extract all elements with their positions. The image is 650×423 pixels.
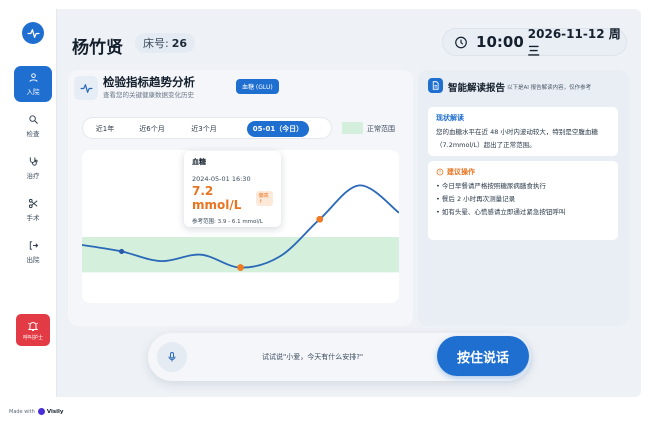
tooltip-time: 2024-05-01 16:30 [192, 175, 251, 183]
alarm-bell-icon [27, 321, 39, 331]
tooltip-reference: 参考范围: 3.9 - 6.1 mmol/L [192, 219, 263, 225]
sidebar-item-label: 治疗 [26, 172, 40, 180]
sidebar-item-label: 出院 [26, 256, 40, 264]
sidebar-item-surgery[interactable]: 手术 [14, 192, 52, 228]
clock-box: 10:00 2026-11-12 周三 [442, 27, 627, 58]
logout-icon [29, 241, 38, 250]
high-flag-badge: 偏高↑ [255, 190, 273, 206]
made-with-badge: Made with Visily [9, 408, 64, 415]
report-icon-box [428, 78, 443, 93]
report-title: 智能解读报告 [448, 83, 506, 94]
trend-subtitle: 查看您的关键健康数据变化历史 [103, 91, 194, 99]
data-point-1[interactable] [119, 248, 125, 255]
normal-range-swatch [342, 122, 363, 134]
advice-item: • 今日早餐请严格按照糖尿病膳食执行 [436, 182, 546, 190]
sidebar-item-exam[interactable]: 检查 [14, 108, 52, 144]
made-with-text: Made with [9, 408, 35, 415]
tab-3-months[interactable]: 近3个月 [181, 121, 227, 137]
sidebar-item-treatment[interactable]: 治疗 [14, 150, 52, 186]
bed-badge: 床号: 26 [135, 33, 196, 53]
current-date: 2026-11-12 周三 [527, 27, 621, 58]
clock-icon [455, 36, 467, 48]
heartbeat-icon [26, 28, 40, 38]
advice-heading-row: 建议操作 [436, 167, 610, 177]
brand-name: Visily [46, 408, 64, 415]
bed-label: 床号: [143, 37, 169, 50]
nurse-call-label: 呼叫护士 [22, 334, 43, 341]
current-time: 10:00 [476, 33, 524, 51]
visily-logo-icon [37, 408, 45, 415]
scissors-icon [28, 198, 37, 209]
sidebar-item-admission[interactable]: 入院 [14, 66, 52, 102]
summary-box: 现状解读 您的血糖水平在近 48 小时内波动较大，特别是空腹血糖（7.2mmol… [428, 107, 618, 156]
tab-1-year[interactable]: 近1年 [87, 121, 123, 137]
data-point-3[interactable] [316, 215, 324, 223]
heartbeat-icon [79, 83, 93, 93]
push-to-talk-button[interactable]: 按住说话 [437, 336, 529, 376]
advice-heading: 建议操作 [447, 168, 475, 176]
range-tabs: 近1年 近6个月 近3个月 05-01（今日） [82, 117, 332, 139]
advice-list: • 今日早餐请严格按照糖尿病膳食执行 • 餐后 2 小时再次测量记录 • 如有头… [436, 180, 610, 219]
sidebar-item-discharge[interactable]: 出院 [14, 234, 52, 270]
info-icon [436, 168, 444, 176]
tooltip-value: 7.2 mmol/L [192, 184, 242, 212]
data-tooltip: 血糖 2024-05-01 16:30 7.2 mmol/L 偏高↑ 参考范围:… [184, 151, 281, 227]
advice-item-text: 如有头晕、心慌感请立即通过紧急按钮呼叫 [441, 208, 566, 216]
advice-item: • 如有头晕、心慌感请立即通过紧急按钮呼叫 [436, 208, 566, 216]
sidebar-item-label: 检查 [26, 130, 40, 138]
search-icon [28, 115, 38, 124]
sidebar-item-label: 手术 [26, 214, 40, 222]
summary-heading: 现状解读 [436, 114, 464, 122]
microphone-icon [168, 352, 176, 362]
voice-hint: 试试说"小爱，今天有什么安排?" [262, 353, 364, 361]
bed-number: 26 [171, 36, 188, 50]
data-point-2[interactable] [237, 264, 244, 271]
trend-title: 检验指标趋势分析 [103, 75, 195, 89]
nurse-call-button[interactable]: 呼叫护士 [16, 314, 50, 346]
sidebar-item-label: 入院 [26, 88, 40, 96]
advice-box: 建议操作 • 今日早餐请严格按照糖尿病膳食执行 • 餐后 2 小时再次测量记录 … [428, 161, 618, 240]
trend-icon-box [74, 76, 98, 100]
sidebar: 入院 检查 治疗 手术 出院 呼叫护士 [9, 9, 57, 397]
tab-6-months[interactable]: 近6个月 [129, 121, 175, 137]
indicator-badge[interactable]: 血糖 (GLU) [236, 79, 279, 94]
normal-range-label: 正常范围 [367, 125, 395, 133]
summary-text: 您的血糖水平在近 48 小时内波动较大，特别是空腹血糖（7.2mmol/L）超出… [436, 128, 598, 149]
patient-name: 杨竹贤 [72, 38, 123, 58]
tab-today[interactable]: 05-01（今日） [247, 121, 309, 137]
advice-item-text: 餐后 2 小时再次测量记录 [441, 195, 516, 203]
advice-item-text: 今日早餐请严格按照糖尿病膳食执行 [441, 182, 546, 190]
advice-item: • 餐后 2 小时再次测量记录 [436, 195, 516, 203]
app-logo [22, 22, 44, 44]
mic-button[interactable] [157, 342, 187, 372]
document-icon [432, 81, 439, 90]
report-subtitle: 以下是AI 报告解读内容，仅作参考 [507, 85, 592, 91]
tooltip-value-row: 7.2 mmol/L 偏高↑ [192, 184, 273, 212]
tooltip-title: 血糖 [192, 158, 206, 166]
stethoscope-icon [29, 157, 38, 166]
user-icon [28, 73, 38, 82]
